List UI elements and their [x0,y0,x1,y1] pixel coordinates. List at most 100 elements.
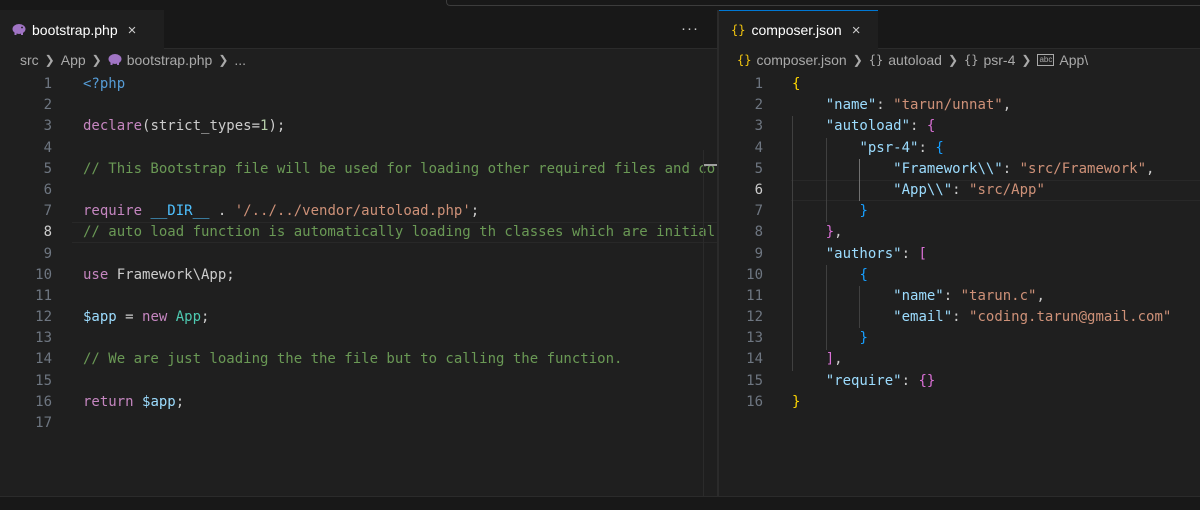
code-text: } [792,201,868,222]
code-line[interactable]: 16} [719,392,1200,413]
breadcrumb-item-symbols[interactable]: ... [234,52,246,68]
code-line[interactable]: 13 [0,328,717,349]
tab-composer-json[interactable]: {} composer.json × [719,10,878,49]
code-line[interactable]: 16 return $app; [0,392,717,413]
code-token: : [952,181,970,198]
code-token: {} [918,372,936,389]
editor-group-right: {} composer.json × {} composer.json ❯ {}… [719,10,1200,496]
code-line[interactable]: 12 $app = new App; [0,307,717,328]
code-token: , [1146,160,1155,177]
code-line[interactable]: 9 [0,244,717,265]
code-token: "autoload" [825,118,911,135]
indent-guide [825,137,827,223]
code-token: { [926,118,936,135]
code-token: : [1002,160,1020,177]
php-elephant-icon [12,23,26,38]
code-token: [ [918,245,927,262]
line-number: 2 [43,97,52,114]
code-token: $app [142,393,176,410]
line-number: 10 [35,266,52,283]
code-token: , [834,224,843,241]
line-number: 5 [43,160,52,177]
code-token: } [792,393,801,410]
code-token: ; [226,266,235,283]
breadcrumb-item-app[interactable]: App [61,52,86,68]
code-token: "name" [893,287,944,304]
code-line[interactable]: 4 [0,138,717,159]
code-line[interactable]: 1{ [719,74,1200,95]
line-number: 3 [43,118,52,135]
code-line[interactable]: 11 [0,286,717,307]
line-number: 6 [754,181,763,198]
code-text: return $app; [83,392,184,413]
code-token: { [935,139,944,156]
close-icon[interactable]: × [852,22,861,39]
string-abc-icon: abc [1037,54,1055,66]
code-line[interactable]: 3 declare(strict_types=1); [0,116,717,137]
close-icon[interactable]: × [128,22,137,39]
code-line[interactable]: 6 [0,180,717,201]
breadcrumb: {} composer.json ❯ {} autoload ❯ {} psr-… [719,49,1200,71]
json-braces-icon: {} [737,53,752,67]
code-token: "email" [893,309,953,326]
line-number: 4 [754,139,763,156]
code-token: "tarun.c" [960,287,1037,304]
tab-bootstrap-php[interactable]: bootstrap.php × [0,10,164,49]
command-center[interactable] [446,0,1200,6]
code-token: <?php [83,76,126,92]
title-bar [0,0,1200,10]
code-token: "psr-4" [859,139,919,156]
code-token: = [251,118,261,135]
breadcrumb-item-psr4[interactable]: psr-4 [983,52,1015,68]
code-text: // This Bootstrap file will be used for … [83,159,715,180]
indent-guide [859,286,861,329]
breadcrumb-item-app[interactable]: App\ [1059,52,1088,68]
line-number: 16 [746,393,763,410]
tab-bar-right: {} composer.json × [719,10,1200,49]
breadcrumb-item-file[interactable]: bootstrap.php [127,52,213,68]
tab-label: composer.json [751,22,842,38]
line-number: 7 [754,203,763,220]
line-number: 1 [754,76,763,92]
code-editor-composer[interactable]: 1{2 "name": "tarun/unnat", 3 "autoload": … [719,74,1200,413]
indent-guide [859,158,861,202]
code-line[interactable]: 2 "name": "tarun/unnat", [719,95,1200,116]
code-token: "authors" [825,245,902,262]
code-line[interactable]: 10 use Framework\App; [0,265,717,286]
code-token: // This Bootstrap file will be used for … [83,160,716,177]
line-number: 3 [754,118,763,135]
breadcrumb-item-autoload[interactable]: autoload [888,52,942,68]
tab-label: bootstrap.php [32,22,118,38]
code-token: return [83,393,143,410]
code-token: { [792,76,801,92]
breadcrumb: src ❯ App ❯ bootstrap.php ❯ ... [0,49,717,71]
code-token: new [142,309,176,326]
code-text: } [792,328,867,349]
code-line[interactable]: 5 // This Bootstrap file will be used for… [0,159,717,180]
code-line[interactable]: 8 // auto load function is automatically … [0,222,717,244]
code-token: : [943,287,961,304]
code-text: require __DIR__ . '/../../vendor/autoloa… [83,201,479,222]
line-number: 5 [754,160,763,177]
code-token: } [859,203,868,220]
more-actions-icon[interactable]: ··· [681,20,699,37]
vertical-scrollbar[interactable] [703,150,718,506]
code-line[interactable]: 7 require __DIR__ . '/../../vendor/autolo… [0,201,717,222]
code-text: }, [792,222,843,243]
code-line[interactable]: 1 <?php [0,74,717,95]
breadcrumb-item-file[interactable]: composer.json [756,52,846,68]
code-line[interactable]: 17 [0,413,717,434]
code-token: __DIR__ [150,203,210,220]
code-line[interactable]: 2 [0,95,717,116]
breadcrumb-item-src[interactable]: src [20,52,39,68]
code-line[interactable]: 15 [0,371,717,392]
code-editor-bootstrap[interactable]: 1 <?php 2 3 declare(strict_types=1); 4 5 // Thi… [0,74,717,434]
code-token: : [918,139,936,156]
code-text: // We are just loading the the file but … [83,349,622,370]
code-line[interactable]: 14 // We are just loading the the file bu… [0,349,717,370]
code-text: "authors": [ [792,244,927,265]
code-line[interactable]: 15 "require": {} [719,371,1200,392]
chevron-right-icon: ❯ [947,53,959,67]
